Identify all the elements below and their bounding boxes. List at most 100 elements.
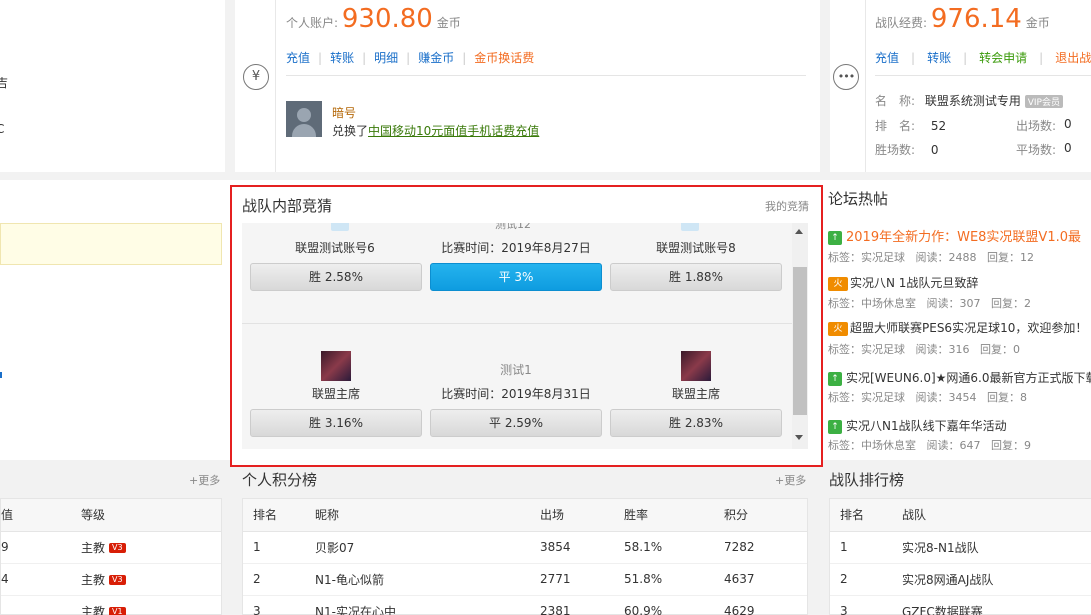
my-guess-link[interactable]: 我的竞猜	[765, 198, 809, 214]
table-row[interactable]: 9 主教 V3	[1, 531, 221, 564]
yen-icon: ¥	[243, 64, 269, 90]
bet-win-b-button[interactable]: 胜 2.83%	[610, 409, 782, 437]
team-fund-panel: ••• 战队经费: 976.14 金币 充值|转账|转会申请|退出战队 名 称:…	[830, 0, 1091, 172]
transfer-link[interactable]: 转账	[330, 51, 354, 65]
col-rank: 排名	[243, 499, 305, 532]
wins-value: 0	[930, 143, 939, 157]
feed-link[interactable]: 中国移动10元面值手机话费充值	[368, 124, 539, 138]
forum-post[interactable]: ↑ 2019年全新力作：WE8实况联盟V1.0最	[828, 226, 1081, 245]
match-time: 比赛时间：2019年8月31日	[441, 387, 591, 401]
earn-coins-link[interactable]: 赚金币	[418, 51, 454, 65]
coins-to-phone-link[interactable]: 金币换话费	[474, 51, 534, 65]
post-meta: 标签：实况足球 阅读：2488 回复：12	[828, 249, 1034, 265]
table-row[interactable]: 3 N1-实况在心中 2381 60.9% 4629	[243, 595, 807, 615]
team-rank-table: 排名 战队 1 实况8-N1战队 2 实况8网通AJ战队 3 GZFC数据联赛	[829, 498, 1091, 615]
forum-post[interactable]: ↑ 实况八N1战队线下嘉年华活动	[828, 417, 1007, 434]
team-balance-label: 战队经费:	[875, 16, 928, 30]
post-tag: 标签：中场休息室	[828, 439, 916, 450]
table-row[interactable]: 2 N1-龟心似箭 2771 51.8% 4637	[243, 563, 807, 596]
level-text: 主教	[81, 540, 106, 555]
team-rank-title: 战队排行榜	[829, 471, 905, 489]
post-reads: 阅读：316	[915, 343, 970, 356]
post-replies: 回复：2	[991, 297, 1031, 310]
divider	[275, 0, 276, 172]
transfer-request-link[interactable]: 转会申请	[979, 51, 1027, 65]
cell: 1	[243, 531, 305, 564]
scrollbar[interactable]	[792, 223, 808, 449]
cell: N1-龟心似箭	[305, 563, 530, 596]
left-rank-more[interactable]: +更多	[189, 472, 220, 488]
divider	[865, 0, 866, 172]
col-rank: 排名	[830, 499, 892, 532]
left-top-panel: 吉 C	[0, 0, 225, 172]
cell: 4	[1, 563, 81, 596]
table-row[interactable]: 4 主教 V3	[1, 563, 221, 596]
forum-post[interactable]: 火实况八N 1战队元旦致辞	[828, 274, 978, 291]
table-row[interactable]: 2 实况8网通AJ战队	[830, 563, 1091, 596]
bet-draw-button[interactable]: 平 3%	[430, 263, 602, 291]
post-title[interactable]: 超盟大师联赛PES6实况足球10，欢迎参加！	[850, 321, 1087, 335]
cell: 7282	[714, 531, 807, 564]
post-reads: 阅读：3454	[915, 391, 977, 404]
cell: 2	[243, 563, 305, 596]
cell: N1-实况在心中	[305, 595, 530, 615]
match-title: 测试12	[495, 223, 531, 231]
avatar[interactable]	[286, 101, 322, 137]
team-recharge-link[interactable]: 充值	[875, 51, 899, 65]
quit-team-link[interactable]: 退出战队	[1055, 51, 1091, 65]
recharge-link[interactable]: 充值	[286, 51, 310, 65]
cell	[1, 595, 81, 615]
team-balance-unit: 金币	[1025, 16, 1050, 30]
more-icon[interactable]: •••	[833, 64, 859, 90]
rank-label: 排 名:	[875, 119, 916, 133]
cell: 主教 V3	[81, 531, 221, 564]
personal-rank-more[interactable]: +更多	[775, 472, 806, 488]
team-rank-row: 排 名: 52 出场数: 0	[875, 117, 1075, 134]
scroll-down-arrow-icon[interactable]	[795, 435, 803, 440]
details-link[interactable]: 明细	[374, 51, 398, 65]
scroll-thumb[interactable]	[793, 267, 807, 415]
post-title[interactable]: 2019年全新力作：WE8实况联盟V1.0最	[846, 230, 1081, 245]
team-b-name: 联盟测试账号8	[656, 241, 736, 255]
cell: 2	[830, 563, 892, 596]
team-name-row: 名 称: 联盟系统测试专用 VIP会员	[875, 92, 1063, 109]
left-edge-mark	[0, 372, 2, 378]
post-reads: 阅读：2488	[915, 251, 977, 264]
team-transfer-link[interactable]: 转账	[927, 51, 951, 65]
level-text: 主教	[81, 572, 106, 587]
bet-win-a-button[interactable]: 胜 2.58%	[250, 263, 422, 291]
bet-draw-button[interactable]: 平 2.59%	[430, 409, 602, 437]
scroll-up-arrow-icon[interactable]	[795, 229, 803, 234]
feed-text: 兑换了中国移动10元面值手机话费充值	[332, 122, 539, 139]
table-row[interactable]: 3 GZFC数据联赛	[830, 595, 1091, 615]
forum-post[interactable]: ↑ 实况[WEUN6.0]★网通6.0最新官方正式版下载	[828, 369, 1091, 386]
played-value: 0	[1064, 117, 1072, 131]
cell: 3	[243, 595, 305, 615]
team-avatar	[681, 351, 711, 381]
table-row[interactable]: 1 贝影07 3854 58.1% 7282	[243, 531, 807, 564]
post-replies: 回复：12	[987, 251, 1034, 264]
post-title[interactable]: 实况[WEUN6.0]★网通6.0最新官方正式版下载	[846, 371, 1091, 385]
personal-rank-table: 排名 昵称 出场 胜率 积分 1 贝影07 3854 58.1% 7282 2 N1-龟心…	[242, 498, 808, 615]
cell: 1	[830, 531, 892, 564]
table-row[interactable]: 1 实况8-N1战队	[830, 531, 1091, 564]
cell: 主教 V1	[81, 595, 221, 615]
left-top-char-2: C	[0, 122, 5, 136]
cell: 实况8-N1战队	[892, 531, 1091, 564]
guess-list: 测试12 联盟测试账号6 比赛时间：2019年8月27日 联盟测试账号8 胜 2…	[242, 223, 808, 449]
bet-win-a-button[interactable]: 胜 3.16%	[250, 409, 422, 437]
left-rank-table: 值等级 9 主教 V3 4 主教 V3 主教 V1	[0, 498, 222, 615]
post-meta: 标签：中场休息室 阅读：647 回复：9	[828, 437, 1031, 450]
forum-post[interactable]: 火超盟大师联赛PES6实况足球10，欢迎参加！	[828, 319, 1087, 336]
post-title[interactable]: 实况八N1战队线下嘉年华活动	[846, 419, 1007, 433]
table-row[interactable]: 主教 V1	[1, 595, 221, 615]
divider	[286, 75, 806, 76]
guess-title: 战队内部竞猜	[242, 197, 333, 215]
col-played: 出场	[530, 499, 614, 532]
post-title[interactable]: 实况八N 1战队元旦致辞	[850, 276, 978, 290]
cell: 60.9%	[614, 595, 714, 615]
wins-label: 胜场数:	[875, 143, 916, 157]
bet-win-b-button[interactable]: 胜 1.88%	[610, 263, 782, 291]
feed-user[interactable]: 暗号	[332, 104, 356, 121]
personal-rank-title: 个人积分榜	[242, 471, 318, 489]
